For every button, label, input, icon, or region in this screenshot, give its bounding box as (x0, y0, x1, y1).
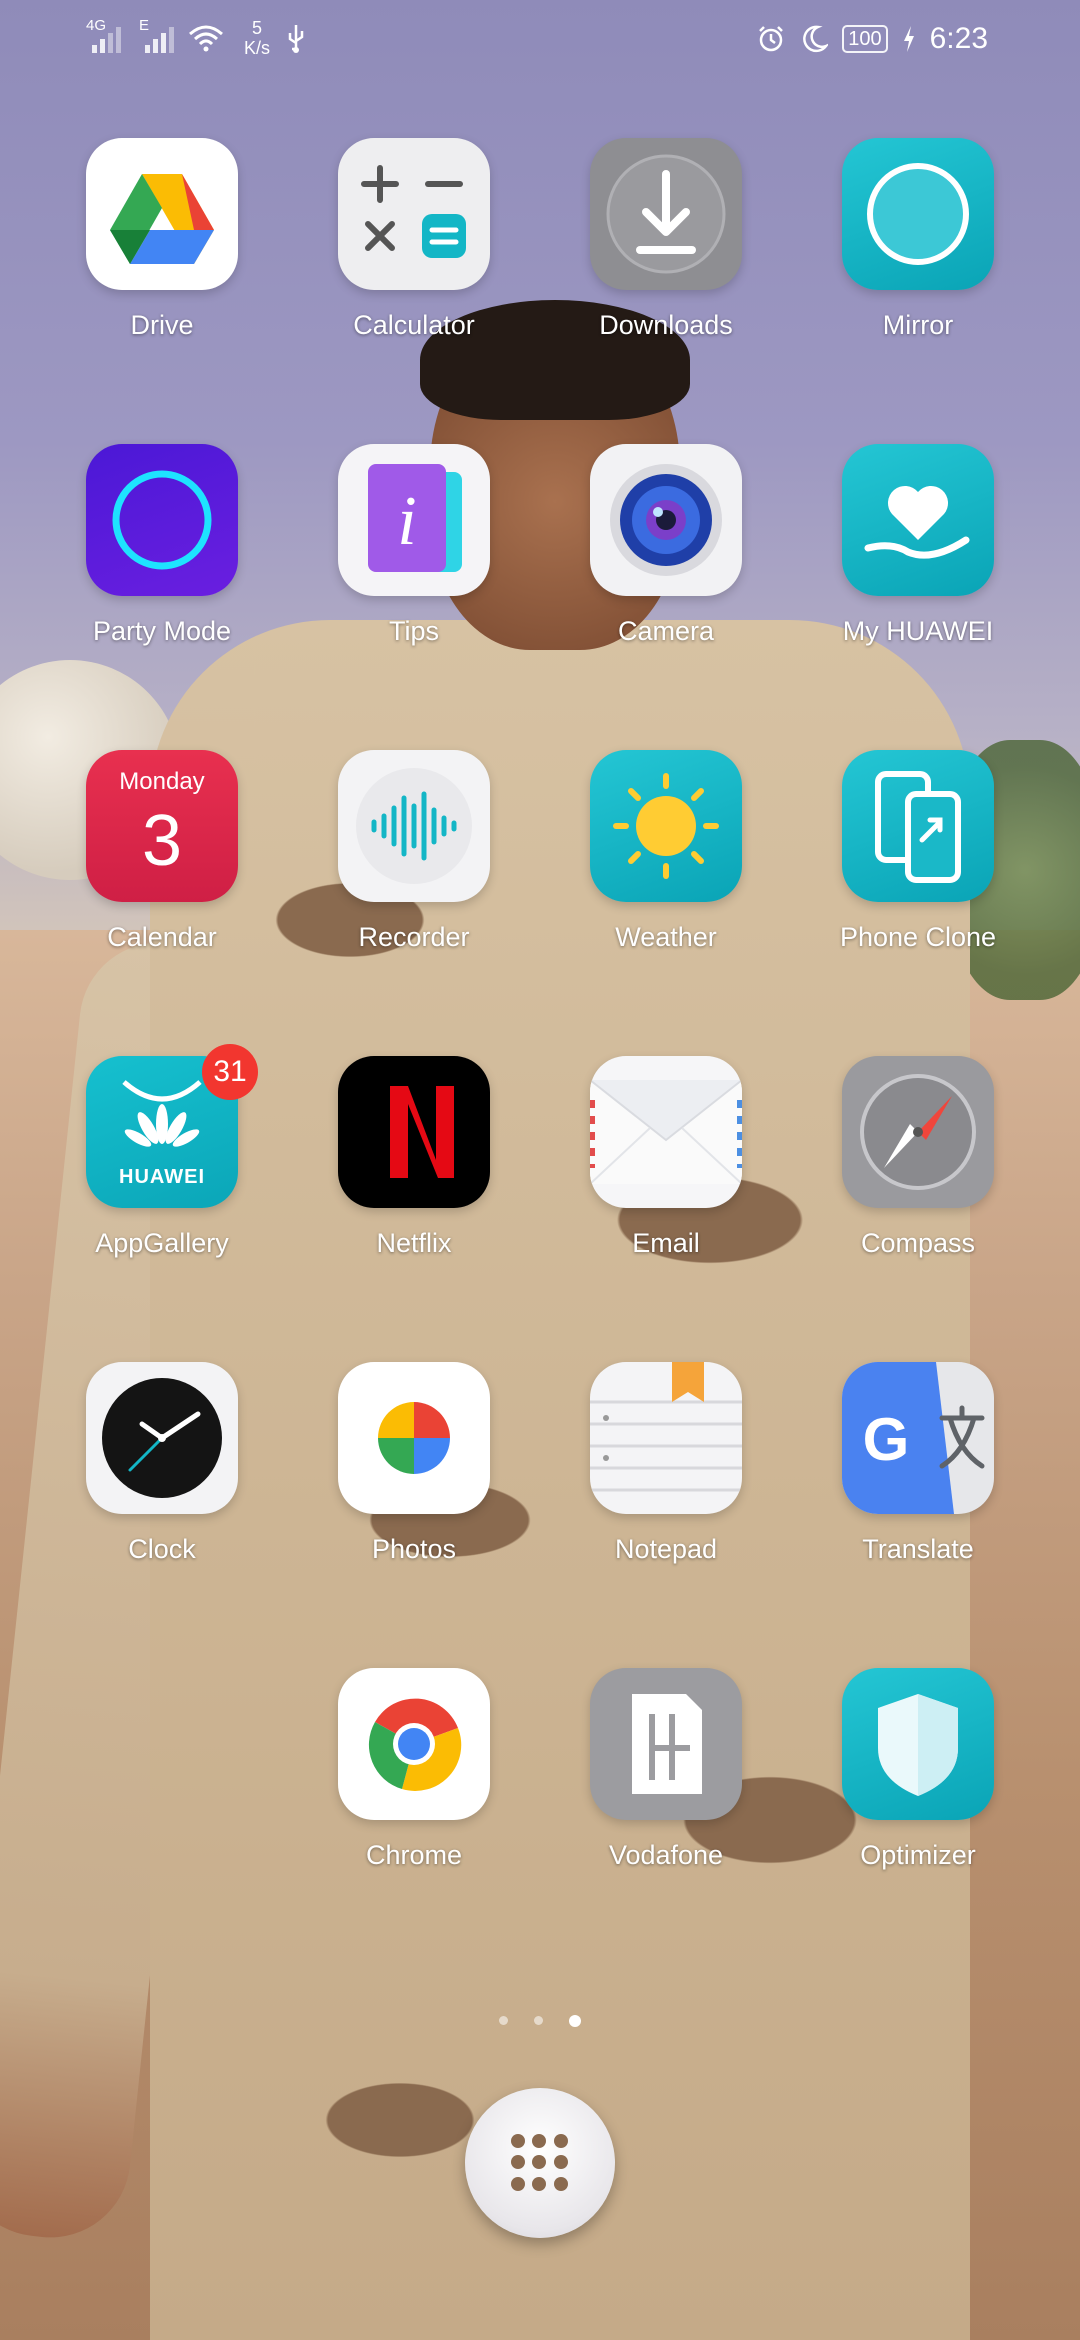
netflix-icon (338, 1056, 490, 1208)
app-translate[interactable]: G Translate (766, 1362, 1018, 1592)
battery-icon: 100 (842, 25, 888, 53)
app-downloads[interactable]: Downloads (514, 138, 766, 368)
email-icon (590, 1056, 742, 1208)
app-email[interactable]: Email (514, 1056, 766, 1286)
app-recorder[interactable]: Recorder (262, 750, 514, 980)
app-compass[interactable]: Compass (766, 1056, 1018, 1286)
page-dot-active[interactable] (569, 2015, 581, 2027)
status-bar: 4G E 5 K/s 100 6:23 (0, 0, 1080, 84)
shield-icon (842, 1668, 994, 1820)
notification-badge: 31 (202, 1044, 258, 1100)
calendar-day-name: Monday (119, 768, 205, 795)
app-drawer-button[interactable] (465, 2088, 615, 2238)
downloads-icon (590, 138, 742, 290)
mirror-icon (842, 138, 994, 290)
photos-icon (338, 1362, 490, 1514)
app-phone-clone[interactable]: Phone Clone (766, 750, 1018, 980)
page-dot[interactable] (534, 2016, 543, 2025)
app-vodafone[interactable]: Vodafone (514, 1668, 766, 1898)
calendar-day-number: 3 (141, 801, 183, 881)
app-camera[interactable]: Camera (514, 444, 766, 674)
app-my-huawei[interactable]: My HUAWEI (766, 444, 1018, 674)
app-netflix[interactable]: Netflix (262, 1056, 514, 1286)
app-party-mode[interactable]: Party Mode (10, 444, 262, 674)
calendar-icon: Monday 3 (86, 750, 238, 902)
party-mode-icon (86, 444, 238, 596)
app-optimizer[interactable]: Optimizer (766, 1668, 1018, 1898)
app-tips[interactable]: i Tips (262, 444, 514, 674)
app-label: Mirror (882, 310, 954, 340)
do-not-disturb-moon-icon (803, 25, 829, 53)
sun-icon (590, 750, 742, 902)
charging-icon (903, 26, 914, 52)
camera-icon (590, 444, 742, 596)
app-drive[interactable]: Drive (10, 138, 262, 368)
chrome-icon (338, 1668, 490, 1820)
cellular-signal-2-icon: E (139, 17, 174, 53)
app-calendar[interactable]: Monday 3 Calendar (10, 750, 262, 980)
sim-card-icon (590, 1668, 742, 1820)
alarm-icon (759, 26, 784, 52)
app-chrome[interactable]: Chrome (262, 1668, 514, 1898)
network-speed: 5 K/s (244, 18, 271, 58)
clock-icon (86, 1362, 238, 1514)
app-label: My HUAWEI (842, 616, 994, 646)
wifi-icon (189, 25, 223, 52)
app-mirror[interactable]: Mirror (766, 138, 1018, 368)
calculator-icon (338, 138, 490, 290)
cellular-signal-icon: 4G (86, 17, 121, 53)
compass-icon (842, 1056, 994, 1208)
drive-icon (86, 138, 238, 290)
grid-dots-icon (511, 2134, 569, 2192)
page-dot[interactable] (499, 2016, 508, 2025)
app-appgallery[interactable]: 31 HUAWEI AppGallery (10, 1044, 262, 1286)
app-label: Phone Clone (839, 922, 997, 952)
tips-icon: i (338, 444, 490, 596)
page-indicator (0, 2015, 1080, 2027)
phone-clone-icon (842, 750, 994, 902)
app-label: Compass (860, 1228, 976, 1258)
svg-text:G: G (863, 1406, 910, 1473)
app-weather[interactable]: Weather (514, 750, 766, 980)
translate-icon: G (842, 1362, 994, 1514)
app-calculator[interactable]: Calculator (262, 138, 514, 368)
app-label: Translate (862, 1534, 974, 1564)
recorder-icon (338, 750, 490, 902)
app-clock[interactable]: Clock (10, 1362, 262, 1592)
heart-hand-icon (842, 444, 994, 596)
usb-icon (288, 25, 304, 53)
svg-text:i: i (397, 483, 416, 560)
appgallery-brand-text: HUAWEI (119, 1166, 205, 1188)
clock-time: 6:23 (929, 22, 988, 55)
app-notepad[interactable]: Notepad (514, 1362, 766, 1592)
app-photos[interactable]: Photos (262, 1362, 514, 1592)
notepad-icon (590, 1362, 742, 1514)
app-label: Optimizer (860, 1840, 976, 1870)
